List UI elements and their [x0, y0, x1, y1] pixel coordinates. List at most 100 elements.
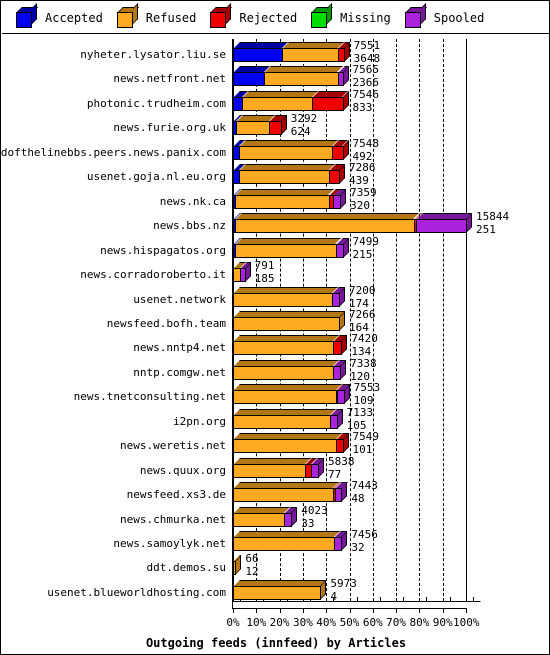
x-tick-mark: [302, 608, 304, 613]
value-label-top: 7338: [350, 356, 377, 370]
category-label: news.weretis.net: [120, 439, 226, 453]
bar-segment-rejected: [333, 335, 348, 356]
cube-icon: [311, 2, 334, 29]
bar-segment-top: [234, 457, 312, 464]
category-label: usenet.blueworldhosting.com: [47, 585, 226, 599]
bar-segment-accepted: [233, 188, 242, 209]
bar-segment-refused: [238, 139, 338, 160]
value-label-top: 7133: [346, 405, 374, 419]
bar-segment-top: [313, 90, 349, 97]
value-label-bottom: 4: [330, 589, 337, 603]
category-label: newsfeed.bofh.team: [106, 316, 226, 330]
bar-segment-refused: [233, 384, 342, 405]
value-label-bottom: 2366: [352, 76, 380, 90]
value-label-top: 4023: [301, 503, 328, 517]
value-label-top: 15844: [476, 210, 510, 224]
bar-segment-accepted: [233, 139, 245, 160]
bar-segment-accepted: [233, 164, 245, 185]
value-label-bottom: 120: [350, 369, 371, 383]
bar-segment-top: [234, 42, 288, 48]
value-label-bottom: 109: [353, 394, 374, 408]
x-tick-label: 60%: [362, 616, 383, 629]
bar-segment-refused: [281, 42, 344, 62]
value-label-top: 7359: [350, 185, 377, 199]
bar-segment-refused: [233, 262, 246, 283]
bar-segment-refused: [233, 482, 340, 503]
value-label-top: 7286: [349, 161, 376, 175]
chart-frame: Accepted Refused Rejected Missing Spooled 0%…: [0, 0, 550, 655]
bar-segment-rejected: [335, 433, 349, 454]
bar-segment-refused: [233, 457, 312, 478]
x-tick-mark: [279, 608, 281, 613]
bar-segment-refused: [233, 359, 340, 380]
value-label-bottom: 134: [351, 345, 372, 359]
bar-segment-spooled: [311, 457, 325, 478]
value-label-top: 5973: [330, 576, 357, 590]
category-label: news.hispagatos.org: [100, 243, 226, 257]
legend-label: Refused: [145, 10, 197, 25]
bar-segment-top: [234, 531, 341, 537]
value-label-top: 7548: [352, 136, 380, 150]
category-label: nntp.comgw.net: [133, 365, 226, 379]
bar-segment-top: [234, 66, 271, 73]
value-label-bottom: 77: [328, 467, 342, 481]
value-label-bottom: 32: [351, 541, 365, 554]
x-tick-label: 0%: [226, 616, 240, 629]
x-tick-mark: [419, 608, 421, 613]
legend-label: Rejected: [239, 10, 298, 25]
bar-segment-top: [237, 115, 276, 122]
bar-segment-refused: [235, 213, 420, 234]
x-tick-label: 40%: [316, 616, 337, 629]
bar-segment-refused: [235, 188, 335, 209]
category-label: i2pn.org: [173, 414, 226, 428]
value-label-top: 7200: [349, 283, 376, 297]
legend-item-accepted: Accepted: [2, 2, 103, 33]
x-tick-mark: [349, 608, 351, 613]
bar-segment-top: [234, 335, 340, 342]
value-label-bottom: 185: [254, 272, 275, 286]
category-label: usenet.network: [133, 292, 226, 306]
bar-segment-refused: [233, 310, 345, 331]
plot-area: 0% 10% 20% 30% 40% 50% 60% 70% 80% 90% 100% 7551 364…: [0, 34, 550, 655]
value-label-top: 7565: [352, 63, 380, 77]
bar-segment-accepted: [233, 213, 242, 234]
category-label: news.quux.org: [139, 463, 226, 477]
bar-segment-top: [234, 359, 340, 366]
value-label-bottom: 624: [290, 125, 311, 139]
bar-segment-rejected: [269, 115, 287, 136]
category-label: news.samoylyk.net: [113, 537, 226, 550]
value-label-top: 7266: [349, 307, 376, 321]
bar-segment-rejected: [312, 90, 349, 111]
value-label-bottom: 174: [349, 296, 369, 310]
bar-segment-accepted: [233, 66, 271, 87]
x-tick-label: 100%: [453, 616, 480, 629]
bar-segment-top: [236, 188, 335, 195]
category-label: newsfeed.xs3.de: [126, 488, 226, 502]
bar-segment-refused: [233, 579, 327, 600]
category-label: photonic.trudheim.com: [86, 96, 226, 110]
category-label: usenet.goja.nl.eu.org: [86, 170, 226, 184]
value-label-bottom: 48: [351, 492, 365, 506]
bar-segment-accepted: [233, 115, 243, 136]
bar-segment-top: [234, 384, 342, 391]
value-label-top: 7443: [351, 479, 378, 493]
category-label: endofthelinebbs.peers.news.panix.com: [0, 145, 226, 159]
bar-segment-top: [265, 66, 344, 73]
bar-segment-spooled: [335, 237, 349, 258]
value-label-bottom: 492: [352, 149, 373, 163]
value-label-bottom: 439: [349, 174, 369, 188]
value-label-bottom: 833: [352, 100, 373, 114]
value-label-bottom: 3648: [353, 52, 381, 65]
legend-label: Accepted: [45, 10, 103, 25]
value-label-top: 7549: [352, 430, 380, 444]
value-label-bottom: 320: [350, 198, 371, 212]
bar-segment-refused: [233, 433, 342, 454]
category-label: news.bbs.nz: [153, 219, 226, 233]
bar-segment-refused: [233, 286, 339, 307]
bar-segment-top: [234, 310, 345, 317]
bar-segment-refused: [238, 164, 335, 185]
bar-segment-refused: [233, 531, 341, 551]
cube-icon: [116, 2, 139, 29]
category-label: news.tnetconsulting.net: [73, 390, 226, 404]
value-label-top: 7551: [353, 39, 381, 52]
